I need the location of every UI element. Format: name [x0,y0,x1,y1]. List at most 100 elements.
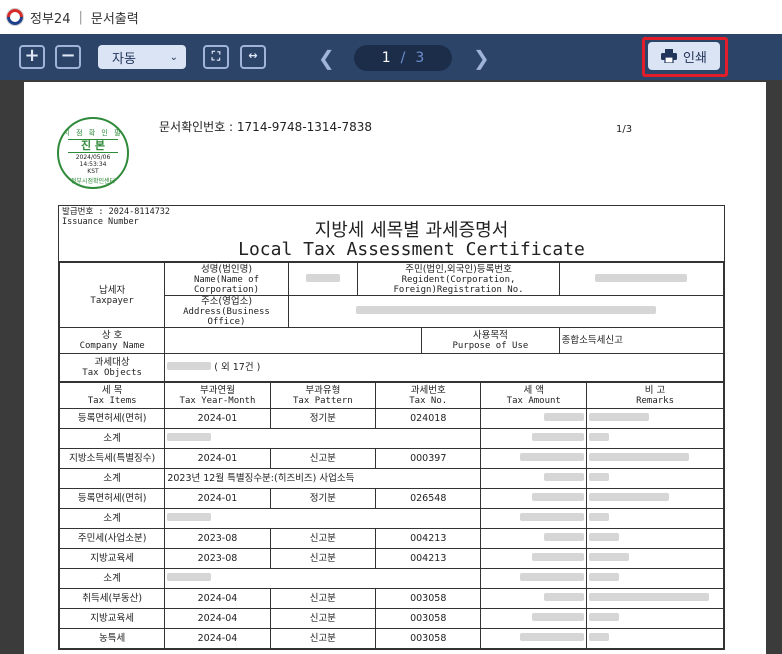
table-row: 지방소득세(특별징수) 2024-01 신고분 000397 [58,448,724,469]
prev-page-icon[interactable]: ❮ [318,46,335,70]
table-row: 소계 [58,568,724,589]
tax-rows: 등록면허세(면허) 2024-01 정기분 024018 소계 지방소득세(특별징수) 20… [58,408,724,649]
col-remarks-ko: 비 고 [644,385,666,396]
year-month-cell: 2023-08 [164,528,271,549]
amount-cell [480,608,588,629]
col-year-month: 부과연월 Tax Year-Month [164,382,271,409]
regno-value [558,262,725,296]
regno-label: 주민(법인,외국인)등록번호 Regident(Corporation, For… [357,262,560,296]
certificate-header: 발급번호 : 2024-8114732 Issuance Number 지방세 … [59,206,724,262]
seal-line1: 시 점 확 인 필 [63,129,123,137]
page-indicator[interactable]: 1 / 3 [354,45,452,71]
remarks-cell [586,408,724,429]
company-ko: 상 호 [101,330,123,341]
certificate-title-en: Local Tax Assessment Certificate [238,239,585,260]
fit-width-icon[interactable]: ↔ [240,45,266,69]
tax-item-cell: 소계 [58,428,166,449]
remarks-cell [586,548,724,569]
remarks-cell [586,568,724,589]
table-row: 지방교육세 2023-08 신고분 004213 [58,548,724,569]
name-label: 성명(법인명) Name(Name of Corporation) [164,262,289,296]
print-button[interactable]: 인쇄 [648,42,720,70]
window-title: 문서출력 [90,11,139,27]
year-month-cell: 2024-04 [164,628,271,649]
redacted-amount [544,593,585,601]
redacted-remark [589,593,710,601]
year-month-cell: 2024-01 [164,448,271,469]
zoom-out-icon[interactable]: − [55,45,81,69]
col-tax-items-en: Tax Items [87,396,137,406]
regno-ko: 주민(법인,외국인)등록번호 [405,263,512,275]
redacted-text [167,433,212,441]
purpose-label: 사용목적 Purpose of Use [421,327,560,354]
taxpayer-label: 납세자 Taxpayer [58,262,166,328]
regno-en2: Foreign)Registration No. [393,284,524,295]
tax-item-cell: 주민세(사업소분) [58,528,166,549]
year-month-cell: 2024-04 [164,608,271,629]
zoom-value: 자동 [112,51,136,67]
fit-page-icon[interactable]: ⛶ [203,45,229,69]
zoom-in-icon[interactable]: + [19,45,45,69]
col-amount-en: Tax Amount [506,396,561,406]
name-en2: Corporation) [193,284,260,295]
tax-item-cell: 지방교육세 [58,548,166,569]
seal-time: 14:53:34 [79,161,107,168]
col-pattern: 부과유형 Tax Pattern [269,382,377,409]
table-row: 취득세(부동산) 2024-04 신고분 003058 [58,588,724,609]
pattern-cell: 신고분 [269,608,377,629]
col-amount: 세 액 Tax Amount [480,382,588,409]
company-en: Company Name [79,341,145,351]
table-row: 지방교육세 2024-04 신고분 003058 [58,608,724,629]
tax-no-cell: 004213 [375,548,482,569]
seal-main: 진 본 [68,139,118,153]
col-remarks-en: Remarks [636,396,674,406]
name-en1: Name(Name of [193,274,260,285]
document-verification-number: 문서확인번호 : 1714-9748-1314-7838 [159,120,373,134]
name-value [287,262,359,296]
chevron-down-icon: ⌄ [169,51,178,63]
printer-icon [661,49,678,63]
tax-item-cell: 소계 [58,568,166,589]
col-pattern-ko: 부과유형 [305,385,341,396]
remarks-cell [586,508,724,529]
seal-date: 2024/05/06 [75,154,111,161]
pattern-cell: 신고분 [269,528,377,549]
redacted-remark [589,553,630,561]
app-name: 정부24 [30,11,71,27]
subtotal-note-cell [164,508,482,529]
redacted-amount [520,513,585,521]
tax-item-cell: 등록면허세(면허) [58,408,166,429]
pattern-cell: 정기분 [269,488,377,509]
purpose-value: 종합소득세신고 [558,327,725,354]
tax-no-cell: 003058 [375,628,482,649]
year-month-cell: 2023-08 [164,548,271,569]
taxpayer-en: Taxpayer [90,295,134,306]
col-remarks: 비 고 Remarks [586,382,724,409]
remarks-cell [586,468,724,489]
tax-item-cell: 지방소득세(특별징수) [58,448,166,469]
print-label: 인쇄 [683,50,707,66]
tax-objects-ko: 과세대상 [94,357,130,368]
table-row: 소계 [58,508,724,529]
redacted-amount [532,433,585,441]
amount-cell [480,588,588,609]
purpose-en: Purpose of Use [452,341,529,351]
amount-cell [480,568,588,589]
address-label: 주소(영업소) Address(Business Office) [164,295,289,328]
tax-objects-count: ( 외 17건 ) [214,362,261,373]
taxpayer-ko: 납세자 [98,284,126,296]
year-month-cell: 2024-04 [164,588,271,609]
amount-cell [480,528,588,549]
redacted-remark [589,433,610,441]
taxpayer-table: 납세자 Taxpayer 성명(법인명) Name(Name of Corpor… [58,262,725,382]
redacted-remark [589,533,620,541]
col-tax-no-ko: 과세번호 [410,385,446,396]
col-pattern-en: Tax Pattern [293,396,353,406]
zoom-select[interactable]: 자동 ⌄ [98,45,186,69]
tax-item-cell: 등록면허세(면허) [58,488,166,509]
amount-cell [480,488,588,509]
document-viewer[interactable]: 시 점 확 인 필 진 본 2024/05/06 14:53:34 KST 정부… [0,80,782,654]
tax-no-cell: 003058 [375,588,482,609]
amount-cell [480,548,588,569]
next-page-icon[interactable]: ❯ [473,46,490,70]
